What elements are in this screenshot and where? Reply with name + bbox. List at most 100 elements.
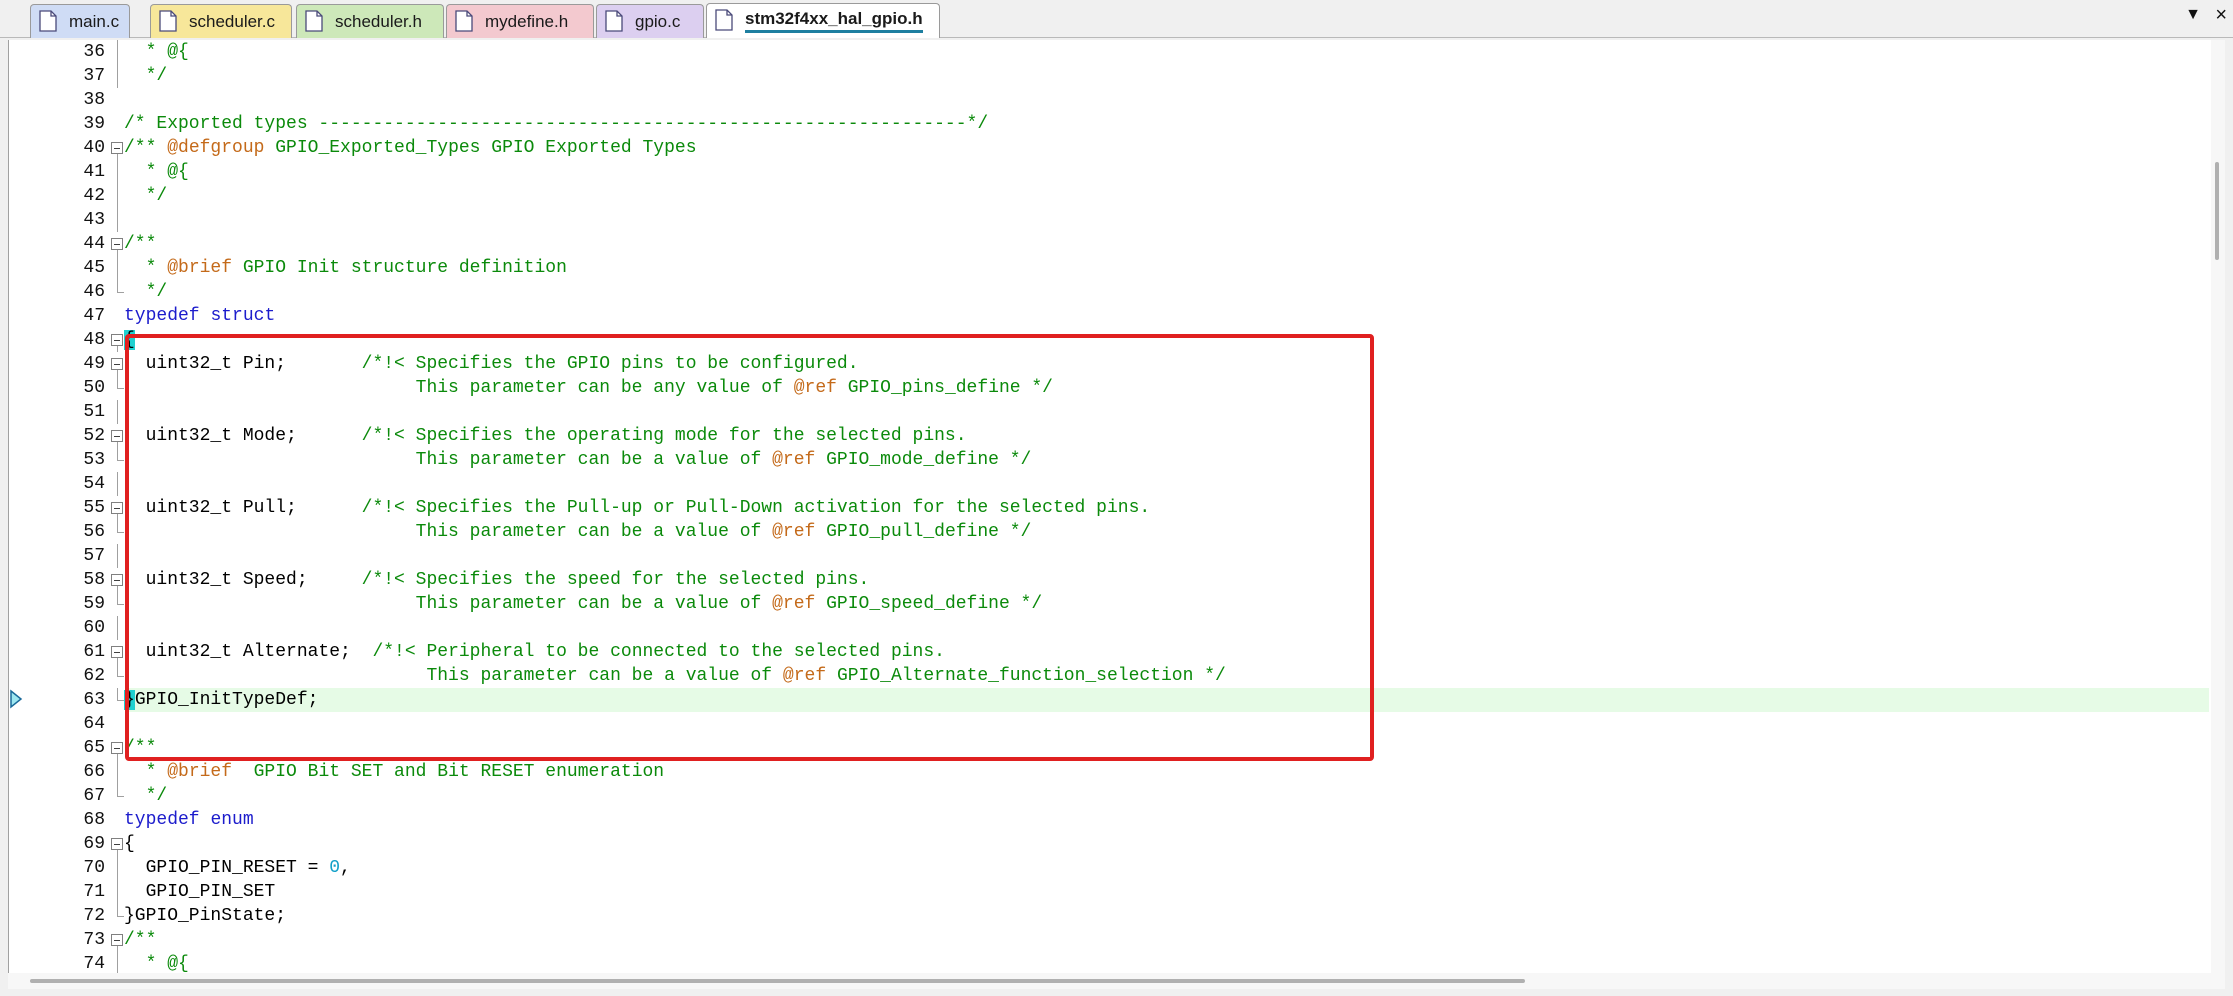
horizontal-scrollbar-thumb[interactable] [30,979,1525,983]
code-line[interactable]: 54 [9,472,2209,496]
code-token: * [124,258,168,278]
code-line[interactable]: 51 [9,400,2209,424]
fold-toggle-icon[interactable] [109,832,125,856]
code-token: uint32_t Alternate; [124,642,373,662]
code-line[interactable]: 63}GPIO_InitTypeDef; [83,688,2209,712]
code-line[interactable]: 53 This parameter can be a value of @ref… [9,448,2209,472]
code-text: /** [124,736,156,760]
line-number: 74 [83,954,105,973]
current-line-marker-icon [9,688,25,712]
horizontal-scrollbar[interactable] [8,973,2225,989]
code-text: * @brief GPIO Bit SET and Bit RESET enum… [124,760,665,784]
code-token: GPIO_PIN_SET [124,882,276,902]
code-text: This parameter can be a value of @ref GP… [124,520,1032,544]
code-text: /** [124,928,156,952]
code-token: /** [124,234,157,254]
code-line[interactable]: 56 This parameter can be a value of @ref… [9,520,2209,544]
code-line[interactable]: 72}GPIO_PinState; [9,904,2209,928]
code-line[interactable]: 66 * @brief GPIO Bit SET and Bit RESET e… [9,760,2209,784]
fold-toggle-icon[interactable] [109,568,125,592]
line-number: 73 [83,930,105,950]
code-line[interactable]: 39 /* Exported types --------------------… [9,112,2209,136]
fold-toggle-icon[interactable] [109,424,125,448]
fold-guide [109,448,125,472]
fold-guide [109,592,125,616]
code-token: GPIO_InitTypeDef; [134,690,319,710]
code-line[interactable]: 42 */ [9,184,2209,208]
code-line[interactable]: 38 [9,88,2209,112]
code-line[interactable]: 46 */ [9,280,2209,304]
code-token: This parameter can be a value of [124,594,773,614]
line-number: 69 [83,834,105,854]
code-line[interactable]: 61 uint32_t Alternate; /*!< Peripheral t… [9,640,2209,664]
code-line[interactable]: 44 /** [9,232,2209,256]
code-token: @defgroup [167,138,265,158]
fold-toggle-icon[interactable] [109,640,125,664]
code-line[interactable]: 50 This parameter can be any value of @r… [9,376,2209,400]
code-line[interactable]: 71 GPIO_PIN_SET [9,880,2209,904]
code-line[interactable]: 36 * @{ [9,40,2209,64]
line-number: 50 [83,378,105,398]
tab-label: main.c [69,11,120,31]
vertical-scrollbar[interactable] [2211,40,2225,973]
tab-scheduler-h[interactable]: scheduler.h [296,4,444,38]
fold-toggle-icon[interactable] [109,136,125,160]
tab-main-c[interactable]: main.c [30,4,130,38]
code-line[interactable]: 74 * @{ [9,952,2209,973]
code-line[interactable]: 49 uint32_t Pin; /*!< Specifies the GPIO… [9,352,2209,376]
code-line[interactable]: 48 { [9,328,2209,352]
code-token: This parameter can be a value of [124,450,773,470]
code-line[interactable]: 45 * @brief GPIO Init structure definiti… [9,256,2209,280]
code-line[interactable]: 73 /** [9,928,2209,952]
fold-guide [109,784,125,808]
code-line[interactable]: 41 * @{ [9,160,2209,184]
code-line[interactable]: 65 /** [9,736,2209,760]
code-line[interactable]: 43 [9,208,2209,232]
code-token: @ref [772,594,816,614]
code-line[interactable]: 55 uint32_t Pull; /*!< Specifies the Pul… [9,496,2209,520]
fold-toggle-icon[interactable] [109,328,125,352]
code-editor[interactable]: 36 * @{37 */38 39/* Exported types ------… [8,40,2225,973]
code-token: typedef [124,306,200,326]
code-line[interactable]: 40 /** @defgroup GPIO_Exported_Types GPIO… [9,136,2209,160]
code-line[interactable]: 57 [9,544,2209,568]
code-line[interactable]: 69 { [9,832,2209,856]
tab-mydefine-h[interactable]: mydefine.h [446,4,594,38]
code-line[interactable]: 59 This parameter can be a value of @ref… [9,592,2209,616]
code-line[interactable]: 37 */ [9,64,2209,88]
line-number: 60 [83,618,105,638]
c-file-icon [159,9,179,34]
code-line[interactable]: 68 typedef enum [9,808,2209,832]
code-line[interactable]: 52 uint32_t Mode; /*!< Specifies the ope… [9,424,2209,448]
tab-gpio-c[interactable]: gpio.c [596,4,704,38]
chevron-down-icon[interactable]: ▼ [2185,6,2201,24]
code-line[interactable]: 62 This parameter can be a value of @ref… [9,664,2209,688]
fold-toggle-icon[interactable] [109,736,125,760]
code-token: */ [124,66,168,86]
fold-toggle-icon[interactable] [109,928,125,952]
code-line[interactable]: 60 [9,616,2209,640]
tab-scheduler-c[interactable]: scheduler.c [150,4,292,38]
code-token: { [124,834,135,854]
vertical-scrollbar-thumb[interactable] [2215,162,2219,260]
code-token: GPIO_Exported_Types GPIO Exported Types [264,138,697,158]
code-line[interactable]: 64 [9,712,2209,736]
code-text: { [124,328,135,352]
tab-stm32f4xx-hal-gpio-h[interactable]: stm32f4xx_hal_gpio.h [706,3,940,38]
line-number: 54 [83,474,105,494]
code-token: */ [124,786,168,806]
code-text: uint32_t Pin; /*!< Specifies the GPIO pi… [124,352,859,376]
line-number: 51 [83,402,105,422]
fold-toggle-icon[interactable] [109,496,125,520]
code-token: uint32_t Mode; [124,426,362,446]
code-line[interactable]: 70 GPIO_PIN_RESET = 0, [9,856,2209,880]
code-line[interactable]: 47 typedef struct [9,304,2209,328]
code-token: }GPIO_PinState; [124,906,287,926]
code-line[interactable]: 67 */ [9,784,2209,808]
code-line[interactable]: 58 uint32_t Speed; /*!< Specifies the sp… [9,568,2209,592]
code-text: uint32_t Speed; /*!< Specifies the speed… [124,568,870,592]
close-icon[interactable]: × [2215,4,2227,27]
line-number: 40 [83,138,105,158]
fold-toggle-icon[interactable] [109,232,125,256]
fold-toggle-icon[interactable] [109,352,125,376]
